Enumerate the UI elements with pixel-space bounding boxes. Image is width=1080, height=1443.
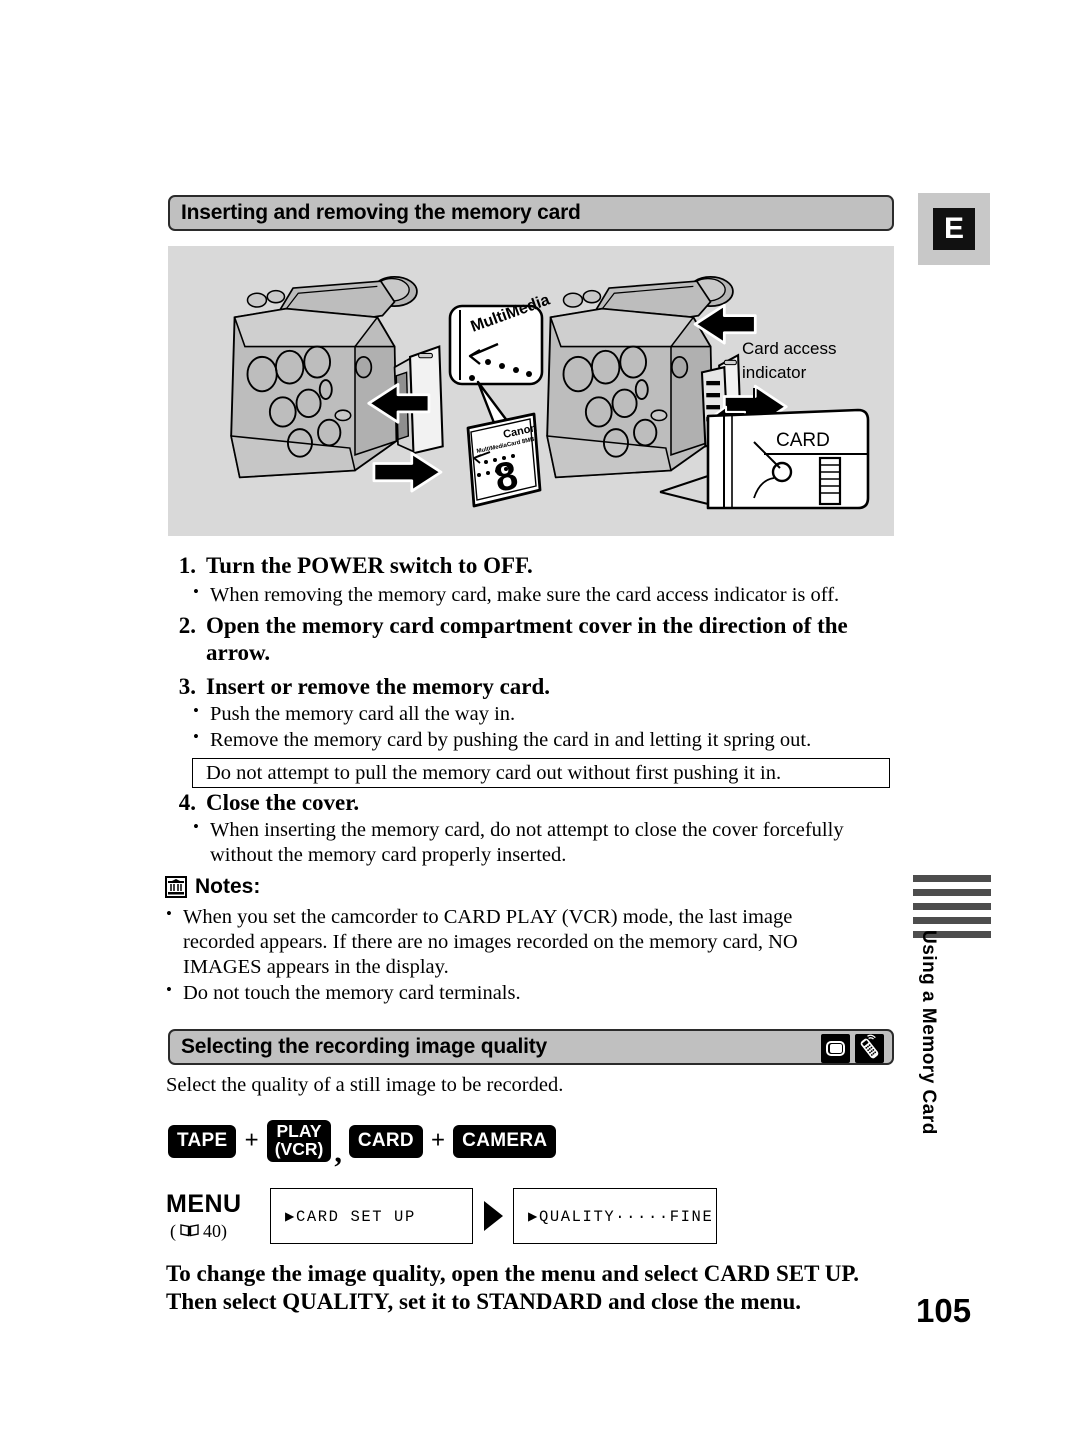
- reference-page-number: 40): [203, 1221, 227, 1241]
- bullet-item: When removing the memory card, make sure…: [190, 582, 900, 608]
- plus-operator-1: +: [244, 1127, 259, 1154]
- remote-control-icon: [855, 1034, 884, 1063]
- step-3-bullets: Push the memory card all the way in. Rem…: [190, 701, 900, 754]
- book-reference-icon: [180, 1221, 199, 1242]
- step-4-bullets: When inserting the memory card, do not a…: [190, 817, 850, 869]
- thumb-bar: [913, 889, 991, 896]
- warning-box: Do not attempt to pull the memory card o…: [192, 758, 890, 788]
- step-1-bullets: When removing the memory card, make sure…: [190, 582, 900, 609]
- notes-book-icon: [165, 876, 187, 898]
- image-quality-lead-text: Select the quality of a still image to b…: [166, 1074, 564, 1096]
- menu-page-reference: ( 40): [166, 1221, 270, 1242]
- thumb-bar: [913, 917, 991, 924]
- step-2-number: 2.: [178, 613, 196, 638]
- key-camera: CAMERA: [453, 1124, 557, 1158]
- step-2: 2. Open the memory card compartment cove…: [166, 613, 896, 667]
- section-title-insert-remove: Inserting and removing the memory card: [181, 201, 581, 224]
- section-title-image-quality: Selecting the recording image quality: [181, 1035, 548, 1058]
- multimedia-callout: MultiMedia: [448, 291, 552, 430]
- note-item: Do not touch the memory card terminals.: [163, 980, 863, 1006]
- bullet-item: When inserting the memory card, do not a…: [190, 817, 850, 868]
- step-3-number: 3.: [178, 674, 196, 699]
- menu-button-label: MENU: [166, 1190, 242, 1218]
- card-slot-label: CARD: [776, 430, 830, 451]
- step-1-text: Turn the POWER switch to OFF.: [206, 553, 533, 578]
- plus-operator-2: +: [430, 1127, 446, 1154]
- key-card: CARD: [348, 1124, 423, 1158]
- menu-screen-quality: ▶QUALITY·····FINE: [513, 1188, 717, 1244]
- step-3: 3. Insert or remove the memory card.: [166, 674, 906, 701]
- menu-item-card-set-up: ▶CARD SET UP: [285, 1207, 416, 1226]
- step-4-text: Close the cover.: [206, 790, 360, 815]
- memory-card: Canon MultiMediaCard 8MB 8: [466, 412, 542, 508]
- mode-key-row: TAPE + PLAY (VCR) , CARD + CAMERA: [168, 1120, 557, 1169]
- menu-item-quality: ▶QUALITY·····FINE: [528, 1207, 714, 1226]
- card-play-icon: [821, 1034, 850, 1063]
- key-play-line2: (VCR): [274, 1139, 324, 1159]
- reference-paren-open: (: [170, 1221, 176, 1241]
- step-4: 4. Close the cover.: [166, 790, 906, 817]
- notes-label: Notes:: [195, 875, 261, 898]
- manual-page: E Inserting and removing the memory card: [0, 0, 1080, 1443]
- thumb-bar: [913, 903, 991, 910]
- thumb-index-bars: [913, 875, 991, 938]
- warning-box-text: Do not attempt to pull the memory card o…: [206, 761, 782, 784]
- note-item: When you set the camcorder to CARD PLAY …: [163, 904, 863, 980]
- section-header-image-quality: Selecting the recording image quality: [168, 1029, 894, 1065]
- menu-label-group: MENU ( 40): [166, 1188, 270, 1242]
- illustration-panel-memory-card: MultiMedia Canon MultiMediaCard 8MB 8 Ca…: [168, 246, 894, 536]
- mode-icon-group: [821, 1034, 884, 1063]
- key-separator-comma: ,: [334, 1136, 342, 1169]
- menu-navigation-row: MENU ( 40) ▶CARD SET UP ▶QUALITY·····FIN…: [166, 1188, 717, 1244]
- camcorder-illustration: MultiMedia Canon MultiMediaCard 8MB 8 Ca…: [230, 275, 870, 510]
- section-header-insert-remove: Inserting and removing the memory card: [168, 195, 894, 231]
- menu-screen-card-set-up: ▶CARD SET UP: [270, 1188, 473, 1244]
- page-number: 105: [916, 1292, 972, 1329]
- menu-flow-arrow: [473, 1188, 513, 1244]
- language-tab: E: [918, 193, 990, 265]
- camcorder-left: [230, 275, 444, 493]
- card-access-label-line2: indicator: [742, 363, 807, 382]
- notes-heading: Notes:: [165, 875, 260, 899]
- step-4-number: 4.: [178, 790, 196, 815]
- key-tape: TAPE: [168, 1124, 237, 1158]
- step-3-text: Insert or remove the memory card.: [206, 674, 551, 699]
- chevron-right-icon: [483, 1201, 503, 1231]
- bullet-item: Remove the memory card by pushing the ca…: [190, 727, 900, 753]
- bullet-item: Push the memory card all the way in.: [190, 701, 900, 727]
- step-1: 1. Turn the POWER switch to OFF.: [166, 553, 906, 580]
- language-tab-label: E: [933, 208, 975, 250]
- closing-instruction: To change the image quality, open the me…: [166, 1261, 860, 1315]
- card-access-label-line1: Card access: [742, 339, 836, 358]
- thumb-bar: [913, 875, 991, 882]
- step-2-text: Open the memory card compartment cover i…: [206, 613, 848, 665]
- notes-list: When you set the camcorder to CARD PLAY …: [163, 904, 863, 1007]
- step-1-number: 1.: [178, 553, 196, 578]
- thumb-index-label: Using a Memory Card: [918, 930, 939, 1135]
- key-play-vcr: PLAY (VCR): [266, 1120, 332, 1162]
